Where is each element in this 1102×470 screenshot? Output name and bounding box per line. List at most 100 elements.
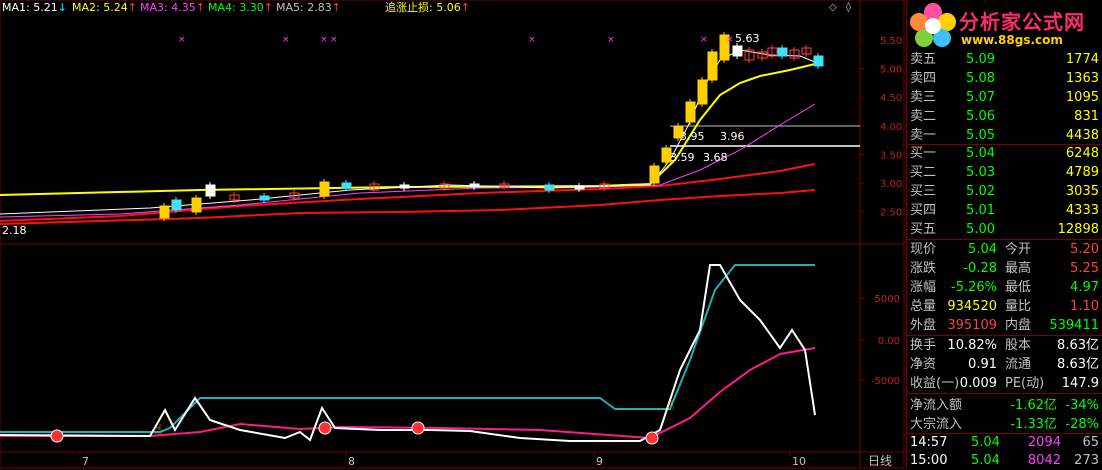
ma-legend-item: MA2: 5.24↑ xyxy=(72,1,137,14)
flow-percent: -34% xyxy=(1065,398,1099,413)
quote-label: 量比 xyxy=(1005,299,1032,314)
date-axis: 7 8 9 10 xyxy=(79,452,806,468)
fund-value: 147.9 xyxy=(1061,376,1099,391)
quote-label: 涨跌 xyxy=(910,261,937,276)
quote-value: 4.97 xyxy=(1070,280,1099,295)
tick-row: 14:57 5.04 2094 65 xyxy=(907,433,1102,452)
high-annotation: 5.63 xyxy=(735,32,760,45)
tick-count: 273 xyxy=(1074,453,1099,468)
flow-row: 大宗流入 -1.33亿 -28% xyxy=(907,415,1102,434)
quote-row: 涨幅 -5.26% 最低 4.97 xyxy=(907,278,1102,297)
period-label[interactable]: 日线 xyxy=(868,454,892,468)
stop-loss-label: 追涨止损: 5.06↑ xyxy=(385,0,470,14)
bid-label: 买五 xyxy=(910,222,937,237)
candle xyxy=(341,182,352,189)
candle xyxy=(685,101,696,123)
ask-volume: 1774 xyxy=(1065,52,1099,67)
ask-row: 卖二 5.06 831 xyxy=(907,107,1102,126)
quote-value: 539411 xyxy=(1049,318,1099,333)
ask-price: 5.08 xyxy=(966,71,995,86)
tick-volume: 8042 xyxy=(1027,453,1061,468)
bid-price: 5.00 xyxy=(966,222,995,237)
logo: 分析家公式网 www.88gs.com xyxy=(907,0,1102,50)
fund-value: 10.82% xyxy=(947,338,997,353)
tick-volume: 2094 xyxy=(1027,435,1061,450)
bid-volume: 12898 xyxy=(1057,222,1099,237)
signal-markers: ☝☝ xyxy=(50,398,675,445)
candle xyxy=(707,51,718,81)
quote-row: 总量 934520 量比 1.10 xyxy=(907,297,1102,316)
mid1b-annotation: 3.96 xyxy=(720,130,745,143)
hand-signal-icon: ☝ xyxy=(666,398,675,414)
ask-label: 卖三 xyxy=(910,90,937,105)
flow-amount: -1.33亿 xyxy=(1010,417,1057,432)
ask-row: 卖五 5.09 1774 xyxy=(907,50,1102,69)
sell-signal-icon xyxy=(645,431,659,445)
x-marker-icon: × xyxy=(282,35,290,45)
bid-row: 买二 5.03 4789 xyxy=(907,163,1102,182)
expand-icon[interactable]: ◊ xyxy=(846,1,851,13)
ask-price: 5.07 xyxy=(966,90,995,105)
ask-row: 卖一 5.05 4438 xyxy=(907,126,1102,145)
fund-label: PE(动) xyxy=(1005,376,1045,391)
fund-label: 换手 xyxy=(910,338,937,353)
price-tick-label: 4.50 xyxy=(880,93,902,104)
quote-value: 1.10 xyxy=(1070,299,1099,314)
candle xyxy=(399,184,410,189)
candle xyxy=(469,183,480,188)
ask-price: 5.09 xyxy=(966,52,995,67)
bid-volume: 6248 xyxy=(1065,146,1099,161)
candle xyxy=(544,184,555,191)
bid-label: 买三 xyxy=(910,184,937,199)
flower-logo-icon xyxy=(910,3,956,47)
quote-label: 今开 xyxy=(1005,242,1032,257)
bid-price: 5.03 xyxy=(966,165,995,180)
x-marker-icon: × xyxy=(178,35,186,45)
hand-signal-icon: ☝ xyxy=(154,422,163,438)
candle xyxy=(205,184,216,197)
flow-amount: -1.62亿 xyxy=(1010,398,1057,413)
ma5-line xyxy=(0,189,816,225)
kline-chart[interactable]: 5.50 5.00 4.50 4.00 3.50 3.00 2.50 5000 0.00 -50… xyxy=(0,0,905,469)
date-tick-label: 8 xyxy=(348,455,355,468)
quote-value: 5.04 xyxy=(968,242,997,257)
date-tick-label: 10 xyxy=(792,455,806,468)
candle xyxy=(171,199,182,211)
quote-label: 涨幅 xyxy=(910,280,937,295)
ask-volume: 1095 xyxy=(1065,90,1099,105)
indicator-tick-label: 5000 xyxy=(875,294,900,305)
fund-row: 收益(一) 0.009 PE(动) 147.9 xyxy=(907,374,1102,393)
bid-label: 买一 xyxy=(910,146,937,161)
tick-row: 15:00 5.04 8042 273 xyxy=(907,451,1102,470)
price-tick-label: 3.00 xyxy=(880,179,902,190)
logo-title: 分析家公式网 xyxy=(959,10,1085,34)
quote-row: 涨跌 -0.28 最高 5.25 xyxy=(907,259,1102,278)
fund-row: 净资 0.91 流通 8.63亿 xyxy=(907,355,1102,374)
indicator-axis: 5000 0.00 -5000 xyxy=(860,294,900,387)
bid-volume: 4789 xyxy=(1065,165,1099,180)
bid-volume: 4333 xyxy=(1065,203,1099,218)
mid2a-annotation: 3.59 xyxy=(670,151,695,164)
quote-label: 最高 xyxy=(1005,261,1032,276)
diamond-icon[interactable]: ◇ xyxy=(829,2,837,13)
flow-row: 净流入额 -1.62亿 -34% xyxy=(907,396,1102,415)
price-tick-label: 3.50 xyxy=(880,150,902,161)
fund-value: 0.91 xyxy=(968,357,997,372)
price-tick-label: 5.50 xyxy=(880,36,902,47)
candle xyxy=(159,205,170,219)
indicator-magenta-line xyxy=(0,347,816,440)
ask-label: 卖五 xyxy=(910,52,937,67)
quote-panel: 分析家公式网 www.88gs.com 卖五 5.09 1774 卖四 5.08 1363… xyxy=(906,0,1102,469)
x-marker-icon: × xyxy=(607,35,615,45)
quote-value: -5.26% xyxy=(951,280,997,295)
tick-time: 15:00 xyxy=(910,453,948,468)
price-tick-label: 2.50 xyxy=(880,208,902,219)
tick-count: 65 xyxy=(1082,435,1099,450)
candle xyxy=(319,181,330,197)
fund-value: 0.009 xyxy=(959,376,997,391)
ask-volume: 1363 xyxy=(1065,71,1099,86)
ma-legend: MA1: 5.21↓ MA2: 5.24↑ MA3: 4.35↑ MA4: 3.30↑… xyxy=(2,1,341,14)
flow-percent: -28% xyxy=(1065,417,1099,432)
date-tick-label: 7 xyxy=(82,455,89,468)
x-marker-icon: × xyxy=(726,35,734,45)
